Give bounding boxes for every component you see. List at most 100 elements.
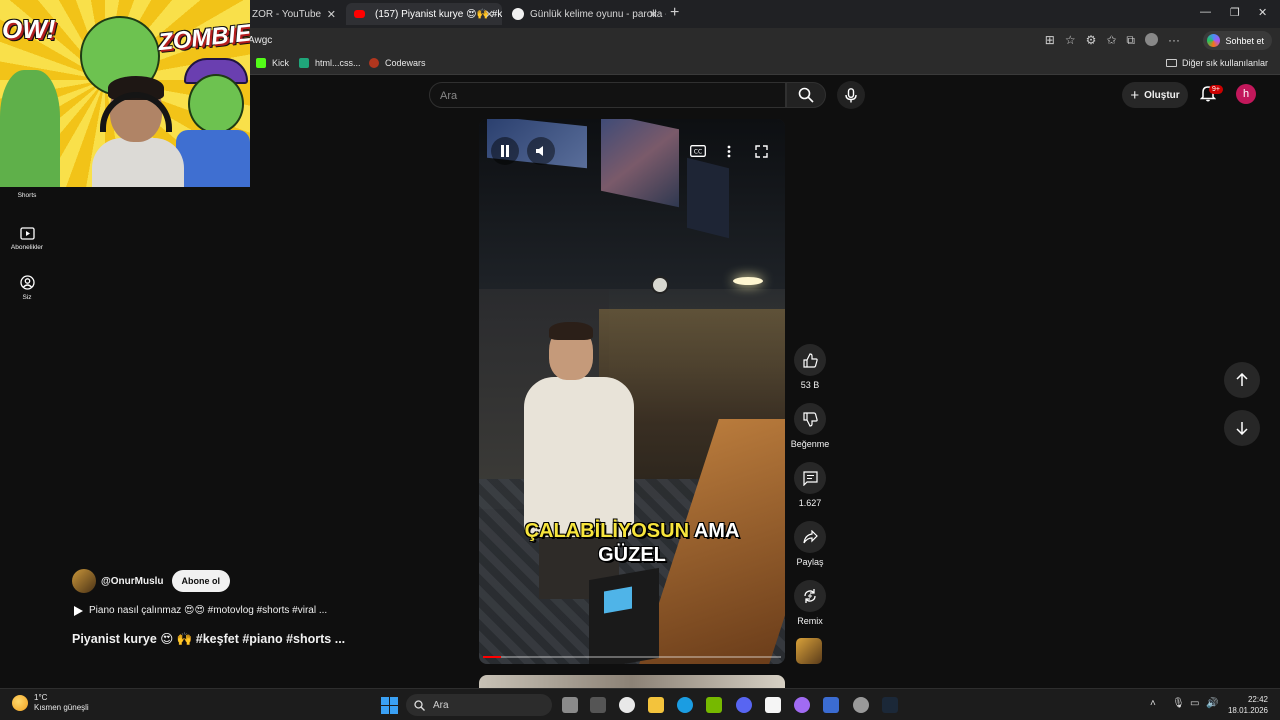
shorts-video-player[interactable]: CC ÇALABİLİYOSUN AMA GÜZEL bbox=[479, 119, 785, 664]
extensions-icon[interactable]: ⚙ bbox=[1086, 33, 1097, 48]
app-icon[interactable] bbox=[765, 697, 781, 713]
apps-icon[interactable]: ⊞ bbox=[1045, 33, 1055, 48]
sidebar-item-label: Siz bbox=[22, 294, 32, 301]
taskbar-search[interactable]: Ara bbox=[406, 694, 552, 716]
youtube-favicon-icon bbox=[354, 10, 365, 18]
sidebar-item-you[interactable]: Siz bbox=[6, 275, 48, 301]
pause-button[interactable] bbox=[491, 137, 519, 165]
caption-highlight: ÇALABİLİYOSUN bbox=[524, 520, 690, 542]
remix-button[interactable]: Remix bbox=[788, 580, 832, 626]
show-hidden-icons-icon[interactable]: ˄ bbox=[1150, 698, 1156, 709]
favorites-icon[interactable]: ✩ bbox=[1106, 33, 1116, 48]
channel-avatar[interactable] bbox=[72, 569, 96, 593]
new-tab-button[interactable]: + bbox=[670, 4, 679, 22]
other-bookmarks[interactable]: Diğer sık kullanılanlar bbox=[1165, 58, 1268, 68]
next-short-button[interactable] bbox=[1224, 410, 1260, 446]
share-button[interactable]: Paylaş bbox=[788, 521, 832, 567]
create-button[interactable]: + Oluştur bbox=[1122, 82, 1188, 108]
dislike-label: Beğenme bbox=[790, 439, 830, 449]
steam-icon[interactable] bbox=[882, 697, 898, 713]
subscribe-button[interactable]: Abone ol bbox=[171, 570, 231, 592]
volume-button[interactable] bbox=[527, 137, 555, 165]
previous-short-button[interactable] bbox=[1224, 362, 1260, 398]
discord-icon[interactable] bbox=[736, 697, 752, 713]
system-clock[interactable]: 22:42 18.01.2026 bbox=[1228, 694, 1268, 716]
restore-button[interactable]: ❐ bbox=[1230, 6, 1240, 19]
thumbs-up-icon bbox=[802, 352, 818, 368]
close-icon[interactable]: ✕ bbox=[327, 8, 336, 21]
play-icon bbox=[74, 605, 83, 616]
codewars-icon bbox=[369, 58, 379, 68]
search-icon bbox=[798, 87, 814, 103]
subscriptions-icon bbox=[19, 227, 35, 240]
like-button[interactable]: 53 B bbox=[788, 344, 832, 390]
address-bar-icons: ⊞ ☆ ⚙ ✩ ⧉ ··· bbox=[1045, 33, 1180, 48]
nvidia-icon[interactable] bbox=[706, 697, 722, 713]
favorite-star-icon[interactable]: ☆ bbox=[1065, 33, 1076, 48]
next-short-preview[interactable] bbox=[479, 675, 785, 688]
app-icon[interactable] bbox=[823, 697, 839, 713]
fullscreen-button[interactable] bbox=[751, 137, 771, 165]
chatgpt-icon[interactable] bbox=[619, 697, 635, 713]
voice-search-button[interactable] bbox=[837, 81, 865, 109]
file-explorer-icon[interactable] bbox=[648, 697, 664, 713]
bookmark-codewars[interactable]: Codewars bbox=[369, 58, 426, 68]
copilot-taskbar-icon[interactable] bbox=[590, 697, 606, 713]
search-button[interactable] bbox=[786, 82, 826, 108]
you-icon bbox=[19, 275, 35, 290]
profile-icon[interactable] bbox=[1145, 33, 1158, 46]
video-caption: ÇALABİLİYOSUN AMA GÜZEL bbox=[479, 519, 785, 567]
time: 22:42 bbox=[1247, 695, 1268, 704]
more-options-button[interactable] bbox=[723, 137, 735, 165]
other-bookmarks-label: Diğer sık kullanılanlar bbox=[1181, 58, 1268, 68]
close-icon[interactable]: ✕ bbox=[649, 8, 658, 21]
minimize-button[interactable]: — bbox=[1200, 6, 1211, 18]
weather-text: Kısmen güneşli bbox=[34, 703, 89, 712]
microphone-tray-icon[interactable]: 🎙 bbox=[1172, 698, 1185, 709]
more-icon[interactable]: ··· bbox=[1168, 33, 1180, 48]
sidebar-item-shorts[interactable]: Shorts bbox=[6, 192, 48, 199]
windows-start-icon[interactable] bbox=[381, 697, 398, 714]
captions-button[interactable]: CC bbox=[689, 137, 707, 165]
window-close-button[interactable]: ✕ bbox=[1258, 6, 1267, 19]
windows-taskbar: 1°C Kısmen güneşli Ara ˄ 🎙 ▭ 🔊 22:42 18.… bbox=[0, 688, 1280, 720]
arrow-down-icon bbox=[1236, 422, 1248, 435]
streamer-webcam bbox=[92, 72, 184, 187]
video-description[interactable]: Piano nasıl çalınmaz 😍😍 #motovlog #short… bbox=[74, 605, 327, 616]
account-avatar[interactable]: h bbox=[1236, 84, 1256, 104]
display-icon[interactable]: ▭ bbox=[1190, 698, 1199, 709]
chat-button[interactable]: Sohbet et bbox=[1203, 31, 1272, 50]
edge-browser-icon[interactable] bbox=[677, 697, 693, 713]
tab-piyanist-kurye[interactable]: (157) Piyanist kurye 😍🙌 #k ✕ bbox=[346, 3, 502, 25]
tab-youtube-zor[interactable]: ZOR - YouTube ✕ bbox=[244, 3, 344, 25]
create-label: Oluştur bbox=[1144, 89, 1180, 101]
copilot-icon bbox=[1207, 34, 1221, 47]
comment-icon bbox=[802, 470, 818, 486]
task-view-icon[interactable] bbox=[562, 697, 578, 713]
search-input[interactable]: Ara bbox=[429, 82, 786, 108]
collections-icon[interactable]: ⧉ bbox=[1126, 33, 1135, 48]
close-icon[interactable]: ✕ bbox=[485, 8, 494, 21]
volume-tray-icon[interactable]: 🔊 bbox=[1206, 698, 1218, 709]
share-label: Paylaş bbox=[796, 557, 824, 567]
like-count: 53 B bbox=[800, 380, 820, 390]
bookmark-html-css[interactable]: html...css... bbox=[299, 58, 361, 68]
chrome-icon[interactable] bbox=[853, 697, 869, 713]
bookmark-kick[interactable]: Kick bbox=[256, 58, 289, 68]
channel-name[interactable]: @OnurMuslu bbox=[101, 576, 164, 587]
volume-icon bbox=[536, 146, 543, 156]
pause-icon bbox=[501, 145, 509, 157]
tab-parolla[interactable]: Günlük kelime oyunu - parolla - K ✕ bbox=[504, 3, 666, 25]
notification-badge: 9+ bbox=[1209, 85, 1223, 94]
dislike-button[interactable]: Beğenme bbox=[788, 403, 832, 449]
video-title[interactable]: Piyanist kurye 😍 🙌 #keşfet #piano #short… bbox=[72, 631, 345, 647]
expand-icon bbox=[754, 144, 768, 158]
comments-button[interactable]: 1.627 bbox=[788, 462, 832, 508]
sidebar-item-subscriptions[interactable]: Abonelikler bbox=[6, 226, 48, 251]
video-progress-bar[interactable] bbox=[483, 656, 781, 658]
copilot-app-icon[interactable] bbox=[794, 697, 810, 713]
weather-widget[interactable]: 1°C Kısmen güneşli bbox=[12, 693, 89, 713]
arrow-up-icon bbox=[1236, 373, 1248, 386]
url-field[interactable]: Awgc bbox=[248, 35, 272, 46]
sound-channel-thumbnail[interactable] bbox=[796, 638, 822, 664]
